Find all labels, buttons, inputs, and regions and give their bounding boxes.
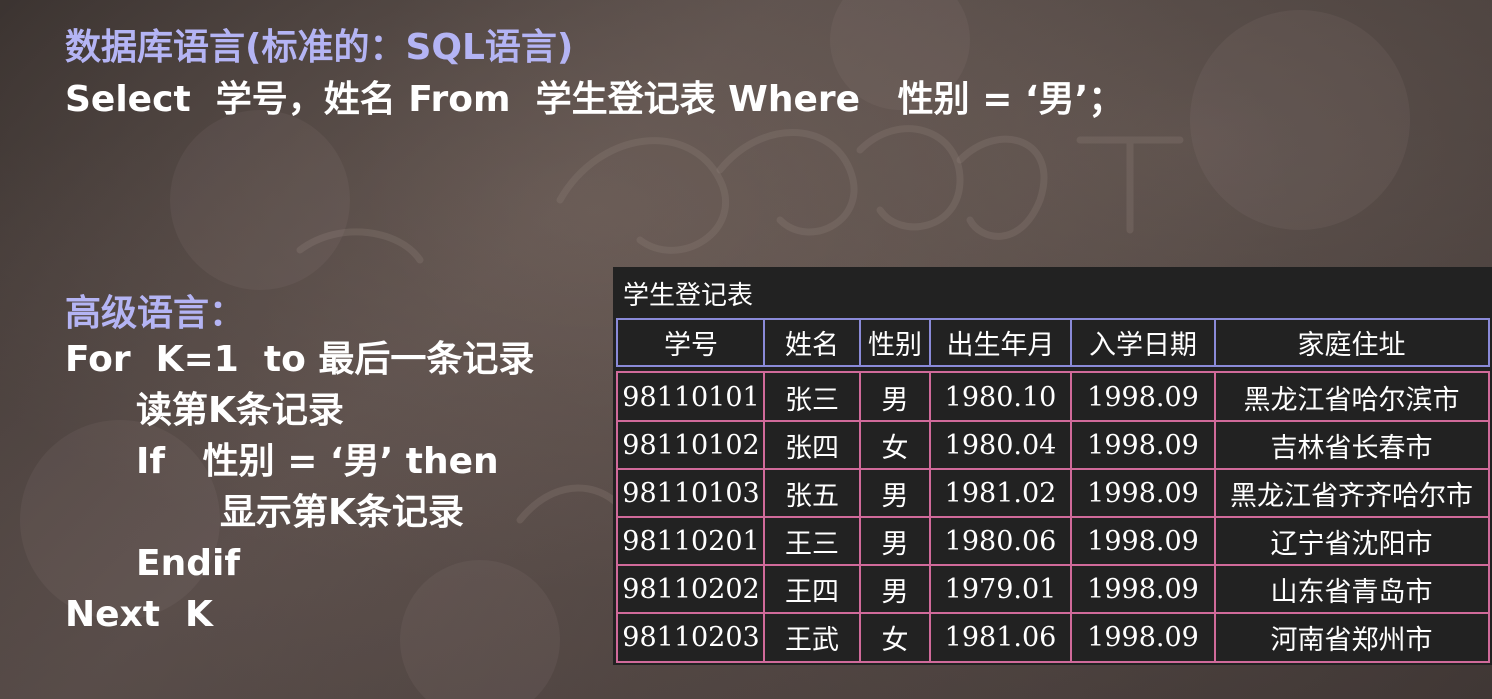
table-cell-name: 张五 <box>785 480 839 512</box>
code-line: For K=1 to 最后一条记录 <box>65 339 535 380</box>
high-level-heading: 高级语言： <box>65 293 246 334</box>
column-header-student-id: 学号 <box>664 330 718 361</box>
table-cell-birth-date: 1981.02 <box>944 477 1057 509</box>
table-cell-gender: 女 <box>881 624 909 656</box>
column-header-enroll-date: 入学日期 <box>1089 330 1197 361</box>
table-cell-student-id: 98110103 <box>622 477 760 509</box>
table-cell-birth-date: 1980.06 <box>944 525 1057 557</box>
table-cell-address: 吉林省长春市 <box>1270 432 1433 464</box>
table-header-row: 学号 姓名 性别 出生年月 入学日期 家庭住址 <box>616 318 1490 367</box>
table-cell-birth-date: 1979.01 <box>944 573 1057 605</box>
table-cell-name: 王三 <box>785 528 839 560</box>
table-cell-enroll-date: 1998.09 <box>1087 525 1199 557</box>
table-cell-student-id: 98110101 <box>622 381 760 413</box>
table-cell-enroll-date: 1998.09 <box>1087 429 1199 461</box>
column-header-gender: 性别 <box>868 330 922 361</box>
table-cell-address: 河南省郑州市 <box>1270 624 1433 656</box>
table-cell-gender: 男 <box>881 576 909 608</box>
table-cell-student-id: 98110102 <box>622 429 760 461</box>
table-cell-enroll-date: 1998.09 <box>1087 477 1199 509</box>
table-cell-student-id: 98110202 <box>622 573 760 605</box>
table-cell-address: 黑龙江省哈尔滨市 <box>1243 384 1460 416</box>
table-body: 98110101 张三男 1980.10 1998.09 黑龙江省哈尔滨市 9811010… <box>616 371 1490 663</box>
column-header-name: 姓名 <box>785 330 839 361</box>
code-line: Endif <box>136 543 240 584</box>
table-cell-name: 张三 <box>785 384 839 416</box>
table-cell-address: 黑龙江省齐齐哈尔市 <box>1230 480 1473 512</box>
code-line: 显示第K条记录 <box>220 492 464 533</box>
code-line: If 性别 = ‘男’ then <box>136 441 499 482</box>
table-cell-student-id: 98110201 <box>622 525 760 557</box>
table-cell-name: 张四 <box>785 432 839 464</box>
table-cell-address: 山东省青岛市 <box>1270 576 1433 608</box>
table-cell-enroll-date: 1998.09 <box>1087 381 1199 413</box>
sql-heading: 数据库语言(标准的：SQL语言) <box>65 27 574 68</box>
code-line: 读第K条记录 <box>136 390 344 431</box>
table-cell-gender: 男 <box>881 528 909 560</box>
table-title: 学生登记表 <box>623 281 754 311</box>
column-header-address: 家庭住址 <box>1297 330 1406 361</box>
table-cell-enroll-date: 1998.09 <box>1087 621 1199 653</box>
table-cell-gender: 女 <box>881 432 909 464</box>
table-cell-gender: 男 <box>881 480 909 512</box>
table-cell-birth-date: 1981.06 <box>944 621 1057 653</box>
table-cell-name: 王四 <box>785 576 839 608</box>
table-cell-name: 王武 <box>785 624 839 656</box>
table-cell-birth-date: 1980.04 <box>944 429 1057 461</box>
table-cell-address: 辽宁省沈阳市 <box>1270 528 1433 560</box>
student-table-panel: 学生登记表 学号 姓名 性别 出生年月 入学日期 家庭住址 98110101 张三男 1980… <box>613 267 1492 665</box>
column-header-birth-date: 出生年月 <box>946 330 1055 361</box>
table-cell-student-id: 98110203 <box>622 621 760 653</box>
table-cell-birth-date: 1980.10 <box>944 381 1057 413</box>
table-cell-gender: 男 <box>881 384 909 416</box>
code-line: Next K <box>65 594 213 635</box>
table-cell-enroll-date: 1998.09 <box>1087 573 1199 605</box>
sql-statement: Select 学号，姓名 From 学生登记表 Where 性别 = ‘男’； <box>65 79 1125 120</box>
